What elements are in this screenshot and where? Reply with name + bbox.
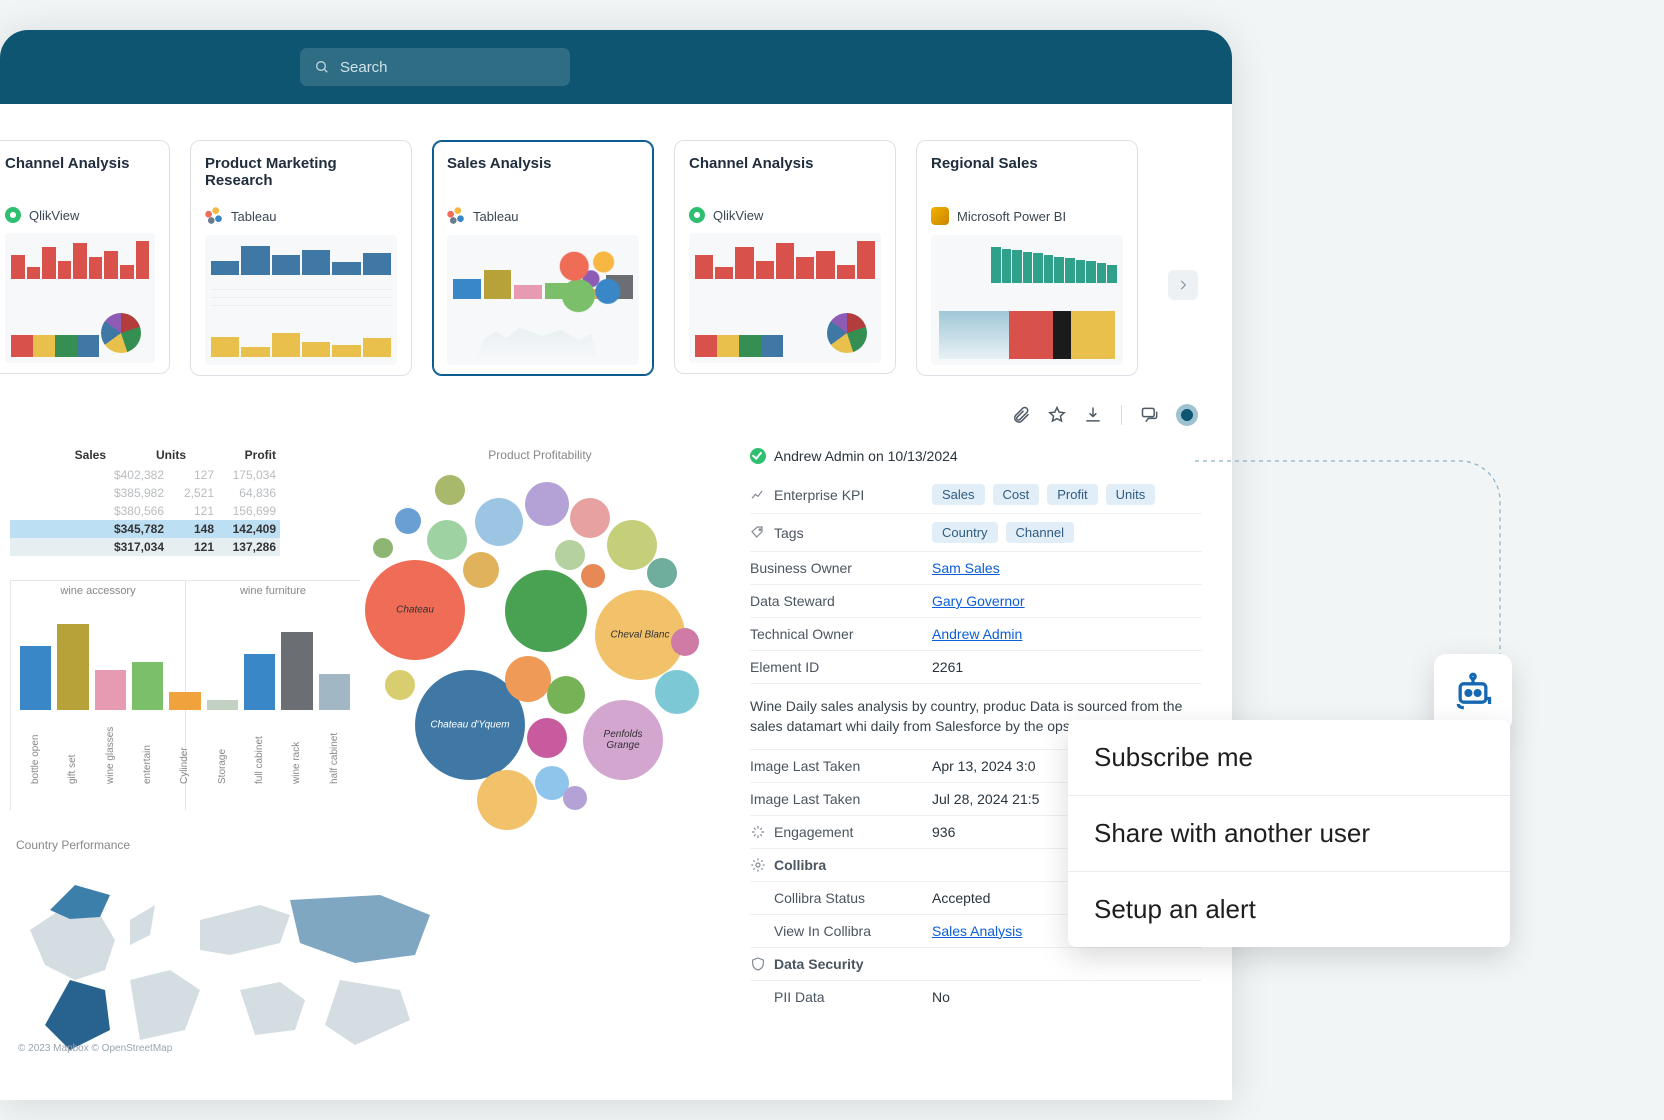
tag-chips: Country Channel — [932, 522, 1202, 543]
qlikview-icon — [689, 207, 705, 223]
table-row[interactable]: $345,782148142,409 — [10, 520, 280, 538]
business-owner-link[interactable]: Sam Sales — [932, 560, 1000, 576]
card-thumbnail — [689, 233, 881, 363]
tag-icon — [750, 525, 766, 541]
main-content: Sales Units Profit $402,382127175,034$38… — [0, 426, 1232, 1060]
card-thumbnail — [5, 233, 155, 363]
verified-row: Andrew Admin on 10/13/2024 — [750, 448, 1202, 464]
popover-item-subscribe[interactable]: Subscribe me — [1068, 720, 1510, 796]
table-row[interactable]: $385,9822,52164,836 — [10, 484, 280, 502]
row-pii: PII Data No — [750, 981, 1202, 1013]
row-enterprise-kpi: Enterprise KPI SalesCostProfitUnits — [750, 476, 1202, 514]
assistant-popover: Subscribe me Share with another user Set… — [1068, 720, 1510, 947]
kpi-chip[interactable]: Sales — [932, 484, 985, 505]
powerbi-icon — [931, 207, 949, 225]
tag-chip[interactable]: Channel — [1006, 522, 1074, 543]
kpi-chip[interactable]: Profit — [1047, 484, 1097, 505]
bubble-chart: Product Profitability Chateau Chateau d'… — [340, 448, 740, 810]
card-tool: QlikView — [689, 207, 881, 223]
card-title: Channel Analysis — [689, 155, 881, 189]
category-bar: Cylinder — [169, 692, 200, 784]
topbar: Search — [0, 30, 1232, 104]
activity-indicator[interactable] — [1176, 404, 1198, 426]
row-data-steward: Data Steward Gary Governor — [750, 585, 1202, 618]
card-title: Channel Analysis — [5, 155, 155, 189]
popover-item-alert[interactable]: Setup an alert — [1068, 872, 1510, 947]
kpi-chip[interactable]: Cost — [993, 484, 1040, 505]
bubble-chart-title: Product Profitability — [340, 448, 740, 462]
card-sales-analysis[interactable]: Sales Analysis Tableau — [432, 140, 654, 376]
card-product-marketing[interactable]: Product Marketing Research Tableau — [190, 140, 412, 376]
shield-icon — [750, 956, 766, 972]
table-row[interactable]: $317,034121137,286 — [10, 538, 280, 556]
category-bar: gift set — [57, 624, 88, 784]
tableau-icon — [447, 207, 465, 225]
search-icon — [314, 59, 330, 75]
sales-table: Sales Units Profit $402,382127175,034$38… — [10, 448, 280, 556]
dashboard-carousel: Channel Analysis QlikView Product Market… — [0, 104, 1232, 394]
carousel-next-button[interactable] — [1168, 270, 1198, 300]
table-header: Sales Units Profit — [10, 448, 280, 466]
category-bar-chart: wine accessory wine furniture bottle ope… — [10, 580, 360, 810]
tableau-icon — [205, 207, 223, 225]
category-bar: full cabinet — [244, 654, 275, 784]
card-tool: Microsoft Power BI — [931, 207, 1123, 225]
card-channel-analysis-1[interactable]: Channel Analysis QlikView — [0, 140, 170, 374]
card-thumbnail — [205, 235, 397, 365]
spark-icon — [750, 824, 766, 840]
card-regional-sales[interactable]: Regional Sales Microsoft Power BI — [916, 140, 1138, 376]
search-input[interactable]: Search — [300, 48, 570, 86]
row-tags: Tags CountryChannel — [750, 514, 1202, 552]
card-title: Product Marketing Research — [205, 155, 397, 189]
map-title: Country Performance — [10, 838, 470, 852]
search-placeholder: Search — [340, 59, 388, 76]
table-row[interactable]: $380,566121156,699 — [10, 502, 280, 520]
card-title: Regional Sales — [931, 155, 1123, 189]
card-thumbnail — [931, 235, 1123, 365]
verified-check-icon — [750, 448, 766, 464]
card-tool: Tableau — [447, 207, 639, 225]
map[interactable]: © 2023 Mapbox © OpenStreetMap — [10, 860, 470, 1060]
action-toolbar — [0, 394, 1232, 426]
card-tool: Tableau — [205, 207, 397, 225]
row-element-id: Element ID 2261 — [750, 651, 1202, 684]
star-icon[interactable] — [1047, 405, 1067, 425]
category-bar: entertain — [132, 662, 163, 784]
category-bar: Storage — [207, 700, 238, 784]
country-performance-map: Country Performance — [10, 838, 470, 1060]
qlikview-icon — [5, 207, 21, 223]
technical-owner-link[interactable]: Andrew Admin — [932, 626, 1022, 642]
kpi-chips: Sales Cost Profit Units — [932, 484, 1202, 505]
separator — [1121, 405, 1122, 425]
chevron-right-icon — [1176, 278, 1190, 292]
verified-text: Andrew Admin on 10/13/2024 — [774, 448, 958, 464]
category-bar: bottle open — [20, 646, 51, 784]
robot-icon — [1451, 671, 1495, 715]
popover-item-share[interactable]: Share with another user — [1068, 796, 1510, 872]
category-bar: wine glasses — [95, 670, 126, 784]
app-window: Search Channel Analysis QlikView Product… — [0, 30, 1232, 1100]
download-icon[interactable] — [1083, 405, 1103, 425]
table-row[interactable]: $402,382127175,034 — [10, 466, 280, 484]
map-attribution: © 2023 Mapbox © OpenStreetMap — [18, 1043, 172, 1054]
card-thumbnail — [447, 235, 639, 365]
tag-chip[interactable]: Country — [932, 522, 998, 543]
card-channel-analysis-2[interactable]: Channel Analysis QlikView — [674, 140, 896, 374]
row-business-owner: Business Owner Sam Sales — [750, 552, 1202, 585]
gear-icon — [750, 857, 766, 873]
attach-icon[interactable] — [1011, 405, 1031, 425]
card-tool: QlikView — [5, 207, 155, 223]
data-steward-link[interactable]: Gary Governor — [932, 593, 1025, 609]
collibra-view-link[interactable]: Sales Analysis — [932, 923, 1022, 939]
kpi-chip[interactable]: Units — [1106, 484, 1156, 505]
row-technical-owner: Technical Owner Andrew Admin — [750, 618, 1202, 651]
row-security-header: Data Security — [750, 948, 1202, 981]
card-title: Sales Analysis — [447, 155, 639, 189]
chat-icon[interactable] — [1140, 405, 1160, 425]
category-bar: wine rack — [281, 632, 312, 784]
chart-line-icon — [750, 487, 766, 503]
